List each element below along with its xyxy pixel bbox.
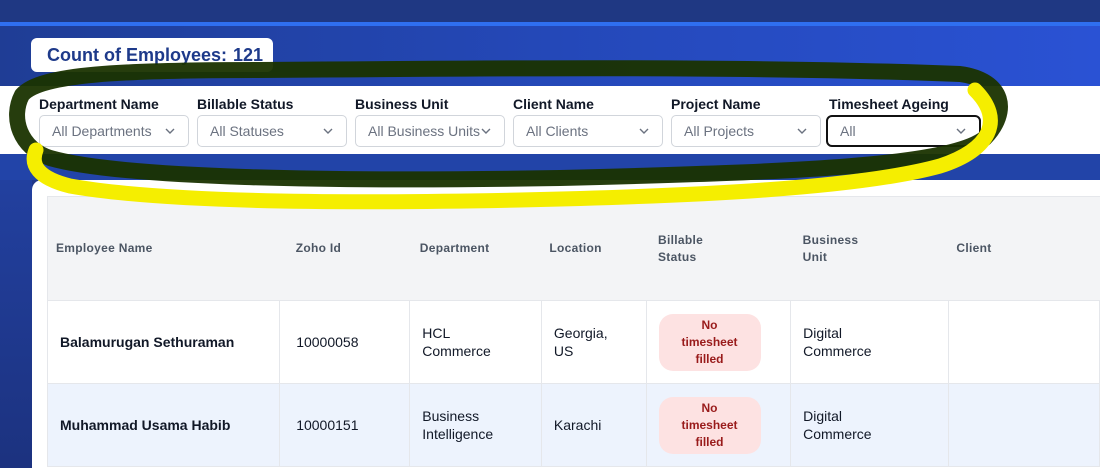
filter-label: Client Name bbox=[513, 96, 594, 112]
chevron-down-icon bbox=[956, 128, 966, 134]
zoho-id-cell: 10000151 bbox=[279, 383, 411, 467]
status-badge: No timesheet filled bbox=[658, 313, 761, 371]
location-cell: Karachi bbox=[541, 383, 647, 467]
zoho-id-cell: 10000058 bbox=[279, 300, 411, 384]
timesheet-ageing-select[interactable]: All bbox=[826, 115, 981, 147]
select-value: All Departments bbox=[52, 123, 152, 139]
business-unit-cell: Digital Commerce bbox=[790, 300, 949, 384]
location-cell: Georgia, US bbox=[541, 300, 647, 384]
top-strip bbox=[0, 0, 1100, 22]
department-select[interactable]: All Departments bbox=[39, 115, 189, 147]
filter-client-name: Client Name All Clients bbox=[513, 96, 663, 147]
column-header-billable-status[interactable]: Billable Status bbox=[646, 196, 791, 301]
select-value: All bbox=[840, 123, 856, 139]
filter-label: Timesheet Ageing bbox=[829, 96, 949, 112]
employee-name-cell: Balamurugan Sethuraman bbox=[47, 300, 281, 384]
column-header-department[interactable]: Department bbox=[409, 196, 542, 301]
department-cell: Business Intelligence bbox=[409, 383, 542, 467]
billable-status-select[interactable]: All Statuses bbox=[197, 115, 347, 147]
chevron-down-icon bbox=[481, 128, 491, 134]
select-value: All Clients bbox=[526, 123, 589, 139]
select-value: All Business Units bbox=[368, 123, 481, 139]
column-header-business-unit[interactable]: Business Unit bbox=[790, 196, 949, 301]
filter-department: Department Name All Departments bbox=[39, 96, 189, 147]
table-header-row: Employee Name Zoho Id Department Locatio… bbox=[47, 196, 1100, 301]
filter-timesheet-ageing: Timesheet Ageing All bbox=[826, 96, 981, 147]
status-badge: No timesheet filled bbox=[658, 396, 761, 454]
select-value: All Statuses bbox=[210, 123, 284, 139]
employee-name-cell: Muhammad Usama Habib bbox=[47, 383, 281, 467]
employee-count-label: Count of Employees: bbox=[47, 44, 228, 65]
filter-label: Business Unit bbox=[355, 96, 449, 112]
employee-count-badge: Count of Employees: 121 bbox=[31, 38, 273, 72]
table-row[interactable]: Muhammad Usama Habib 10000151 Business I… bbox=[47, 383, 1100, 467]
employee-count-value: 121 bbox=[233, 44, 264, 65]
column-header-zoho-id[interactable]: Zoho Id bbox=[279, 196, 410, 301]
employee-table: Employee Name Zoho Id Department Locatio… bbox=[47, 196, 1100, 467]
filter-label: Department Name bbox=[39, 96, 159, 112]
filter-label: Billable Status bbox=[197, 96, 294, 112]
business-unit-select[interactable]: All Business Units bbox=[355, 115, 505, 147]
filter-business-unit: Business Unit All Business Units bbox=[355, 96, 505, 147]
filter-billable-status: Billable Status All Statuses bbox=[197, 96, 347, 147]
column-header-location[interactable]: Location bbox=[541, 196, 646, 301]
filter-bar-bottom-band bbox=[0, 154, 1100, 180]
filter-bar: Department Name All Departments Billable… bbox=[0, 86, 1100, 154]
side-background bbox=[0, 180, 32, 468]
filter-project-name: Project Name All Projects bbox=[671, 96, 821, 147]
chevron-down-icon bbox=[639, 128, 649, 134]
billable-status-cell: No timesheet filled bbox=[646, 300, 792, 384]
project-name-select[interactable]: All Projects bbox=[671, 115, 821, 147]
chevron-down-icon bbox=[797, 128, 807, 134]
client-cell bbox=[948, 383, 1100, 467]
client-cell bbox=[948, 300, 1100, 384]
business-unit-cell: Digital Commerce bbox=[790, 383, 949, 467]
filter-label: Project Name bbox=[671, 96, 761, 112]
select-value: All Projects bbox=[684, 123, 755, 139]
chevron-down-icon bbox=[165, 128, 175, 134]
column-header-employee-name[interactable]: Employee Name bbox=[47, 196, 280, 301]
billable-status-cell: No timesheet filled bbox=[646, 383, 792, 467]
client-name-select[interactable]: All Clients bbox=[513, 115, 663, 147]
column-header-client[interactable]: Client bbox=[948, 196, 1100, 301]
table-row[interactable]: Balamurugan Sethuraman 10000058 HCL Comm… bbox=[47, 300, 1100, 384]
department-cell: HCL Commerce bbox=[409, 300, 542, 384]
chevron-down-icon bbox=[323, 128, 333, 134]
